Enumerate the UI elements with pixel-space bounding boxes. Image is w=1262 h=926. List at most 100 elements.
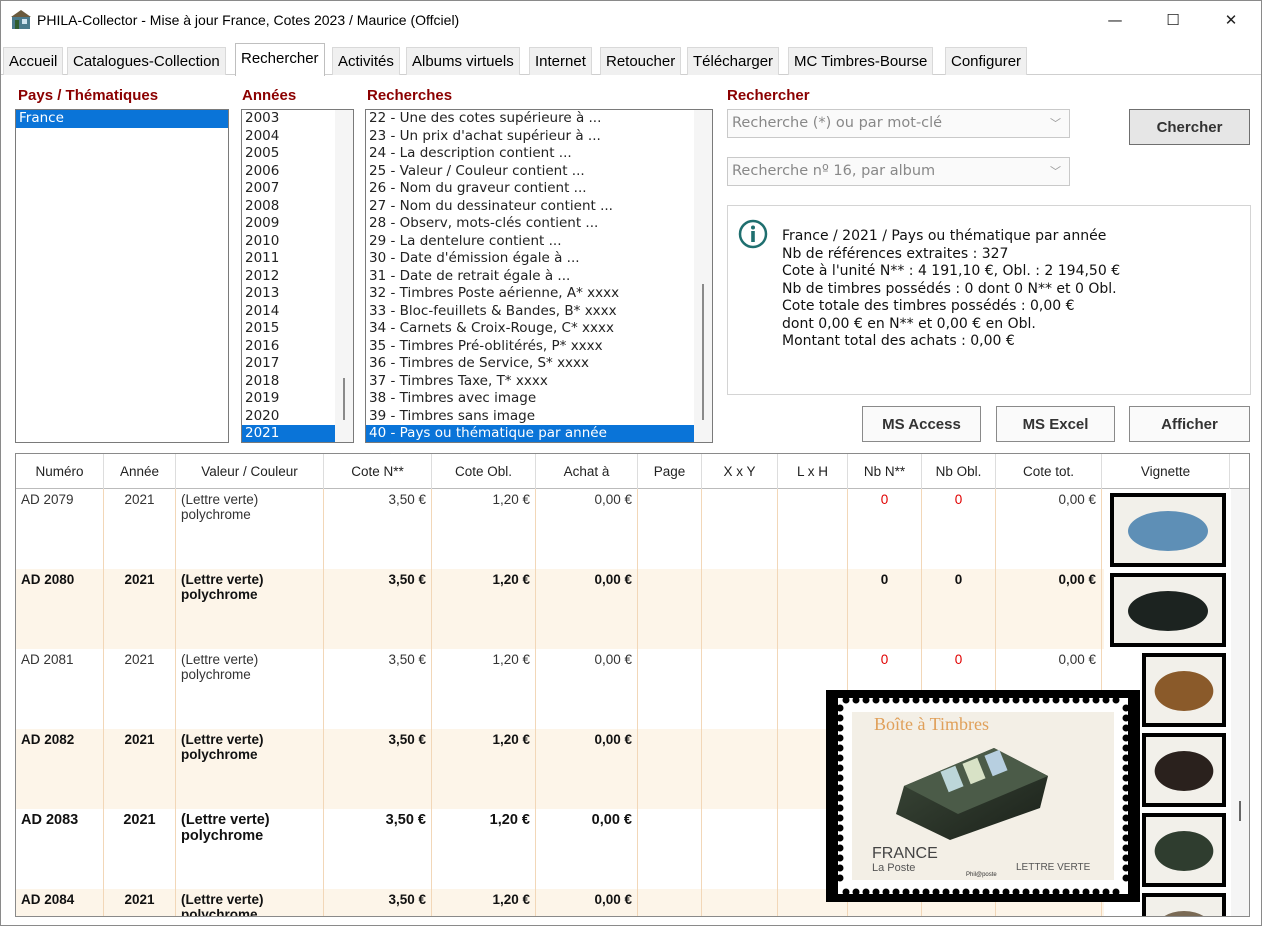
tab-configurer[interactable]: Configurer [945,47,1028,75]
vignette-thumbnail[interactable] [1106,489,1229,569]
list-item[interactable]: 27 - Nom du dessinateur contient ... [366,198,712,216]
ms-access-button[interactable]: MS Access [862,406,981,442]
keyword-combo-value: Recherche (*) ou par mot-clé [732,115,943,131]
cell-nb_obl: 0 [922,489,996,569]
column-header-3[interactable]: Cote N** [324,454,432,489]
grid-scrollbar[interactable] [1231,489,1249,916]
info-text: France / 2021 / Pays ou thématique par a… [782,228,1120,351]
cell-xy [702,489,778,569]
tab-telecharger[interactable]: Télécharger [687,47,780,75]
tab-accueil[interactable]: Accueil [3,47,64,75]
column-header-5[interactable]: Achat à [536,454,638,489]
valeur-line: (Lettre verte) [181,572,264,587]
valeur-line: (Lettre verte) [181,492,259,507]
list-item[interactable]: 33 - Bloc-feuillets & Bandes, B* xxxx [366,303,712,321]
column-header-10[interactable]: Nb Obl. [922,454,996,489]
table-row[interactable]: AD 2079 2021 (Lettre verte) polychrome 3,50 … [16,489,1104,569]
maximize-button[interactable]: ☐ [1144,1,1202,39]
afficher-button[interactable]: Afficher [1129,406,1250,442]
list-item[interactable]: France [16,110,228,128]
column-header-4[interactable]: Cote Obl. [432,454,536,489]
list-item[interactable]: 25 - Valeur / Couleur contient ... [366,163,712,181]
list-item[interactable]: 39 - Timbres sans image [366,408,712,426]
cell-valeur: (Lettre verte) polychrome [176,569,324,649]
minimize-icon: — [1107,11,1123,29]
cell-valeur: (Lettre verte) polychrome [176,889,324,916]
cell-page [638,649,702,729]
scroll-thumb[interactable] [343,378,345,420]
tab-catalogues[interactable]: Catalogues-Collection [67,47,226,75]
list-item[interactable]: 40 - Pays ou thématique par année [366,425,712,442]
valeur-line: (Lettre verte) [181,732,264,747]
tab-internet[interactable]: Internet [529,47,592,75]
keyword-combo[interactable]: Recherche (*) ou par mot-clé ﹀ [727,109,1070,138]
valeur-line: polychrome [181,747,258,762]
column-header-6[interactable]: Page [638,454,702,489]
minimize-button[interactable]: — [1086,1,1144,39]
cell-cote_n: 3,50 € [324,489,432,569]
column-header-2[interactable]: Valeur / Couleur [176,454,324,489]
cell-nb_obl: 0 [922,569,996,649]
list-item[interactable]: 35 - Timbres Pré-oblitérés, P* xxxx [366,338,712,356]
chercher-button[interactable]: Chercher [1129,109,1250,145]
column-header-9[interactable]: Nb N** [848,454,922,489]
column-header-8[interactable]: L x H [778,454,848,489]
cell-xy [702,809,778,889]
tab-albums[interactable]: Albums virtuels [406,47,520,75]
rechercher-label: Rechercher [727,87,810,104]
annees-label: Années [242,87,297,104]
main-tabs: Accueil Catalogues-Collection Rechercher… [1,39,1261,76]
close-button[interactable]: ✕ [1202,1,1260,39]
list-item[interactable]: 29 - La dentelure contient ... [366,233,712,251]
list-item[interactable]: 28 - Observ, mots-clés contient ... [366,215,712,233]
column-header-1[interactable]: Année [104,454,176,489]
cell-achat: 0,00 € [536,649,638,729]
stamp-title: Boîte à Timbres [874,714,989,734]
ms-excel-button[interactable]: MS Excel [996,406,1115,442]
list-item[interactable]: 31 - Date de retrait égale à ... [366,268,712,286]
list-item[interactable]: 24 - La description contient ... [366,145,712,163]
info-panel: France / 2021 / Pays ou thématique par a… [727,205,1251,395]
tab-activites[interactable]: Activités [332,47,400,75]
list-item[interactable]: 26 - Nom du graveur contient ... [366,180,712,198]
album-combo[interactable]: Recherche nº 16, par album ﹀ [727,157,1070,186]
stamp-phil: Phil@poste [966,872,997,878]
cell-xy [702,729,778,809]
recherches-listbox[interactable]: 22 - Une des cotes supérieure à ... 23 - … [365,109,713,443]
chevron-down-icon: ﹀ [1050,117,1061,130]
list-item[interactable]: 32 - Timbres Poste aérienne, A* xxxx [366,285,712,303]
column-header-7[interactable]: X x Y [702,454,778,489]
column-header-11[interactable]: Cote tot. [996,454,1102,489]
annees-scrollbar[interactable] [335,110,353,442]
list-item[interactable]: 36 - Timbres de Service, S* xxxx [366,355,712,373]
cell-achat: 0,00 € [536,569,638,649]
list-item[interactable]: 30 - Date d'émission égale à ... [366,250,712,268]
list-item[interactable]: 37 - Timbres Taxe, T* xxxx [366,373,712,391]
table-row[interactable]: AD 2080 2021 (Lettre verte) polychrome 3,50 … [16,569,1104,649]
scroll-thumb[interactable] [702,284,704,420]
cell-numero: AD 2084 [16,889,104,916]
tab-rechercher[interactable]: Rechercher [235,43,325,76]
cell-page [638,569,702,649]
cell-annee: 2021 [104,729,176,809]
tab-mc-timbres[interactable]: MC Timbres-Bourse [788,47,934,75]
cell-numero: AD 2083 [16,809,104,889]
cell-numero: AD 2080 [16,569,104,649]
cell-cote_n: 3,50 € [324,809,432,889]
vignette-thumbnail[interactable] [1106,569,1229,649]
cell-xy [702,569,778,649]
list-item[interactable]: 34 - Carnets & Croix-Rouge, C* xxxx [366,320,712,338]
scroll-thumb[interactable] [1239,801,1241,821]
column-header-0[interactable]: Numéro [16,454,104,489]
cell-page [638,489,702,569]
annees-listbox[interactable]: 2003 2004 2005 2006 2007 2008 2009 2010 2011 2012… [241,109,354,443]
list-item[interactable]: 23 - Un prix d'achat supérieur à ... [366,128,712,146]
list-item[interactable]: 22 - Une des cotes supérieure à ... [366,110,712,128]
cell-numero: AD 2079 [16,489,104,569]
column-header-12[interactable]: Vignette [1102,454,1230,489]
recherches-scrollbar[interactable] [694,110,712,442]
list-item[interactable]: 38 - Timbres avec image [366,390,712,408]
pays-listbox[interactable]: France [15,109,229,443]
cell-lh [778,569,848,649]
tab-retoucher[interactable]: Retoucher [600,47,682,75]
